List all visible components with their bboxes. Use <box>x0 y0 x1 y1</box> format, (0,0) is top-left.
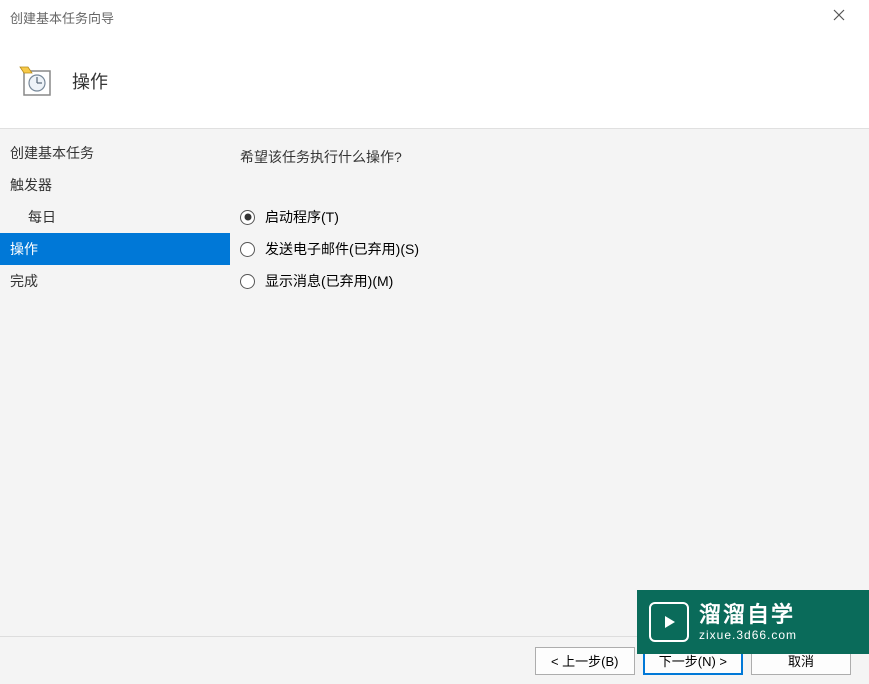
header-title: 操作 <box>72 68 108 94</box>
window-title: 创建基本任务向导 <box>10 8 819 27</box>
titlebar: 创建基本任务向导 <box>0 0 869 34</box>
radio-icon <box>240 242 255 257</box>
task-scheduler-icon <box>18 63 54 99</box>
sidebar-item-daily[interactable]: 每日 <box>0 201 230 233</box>
sidebar-item-create-task[interactable]: 创建基本任务 <box>0 137 230 169</box>
content-prompt: 希望该任务执行什么操作? <box>240 147 859 167</box>
sidebar-item-finish[interactable]: 完成 <box>0 265 230 297</box>
radio-start-program[interactable]: 启动程序(T) <box>240 207 859 227</box>
wizard-body: 创建基本任务 触发器 每日 操作 完成 希望该任务执行什么操作? 启动程序(T)… <box>0 129 869 636</box>
watermark-title: 溜溜自学 <box>699 602 797 628</box>
radio-label: 发送电子邮件(已弃用)(S) <box>265 239 419 259</box>
watermark: 溜溜自学 zixue.3d66.com <box>637 590 869 654</box>
radio-send-email[interactable]: 发送电子邮件(已弃用)(S) <box>240 239 859 259</box>
watermark-url: zixue.3d66.com <box>699 628 797 642</box>
radio-icon <box>240 274 255 289</box>
radio-icon <box>240 210 255 225</box>
back-button[interactable]: < 上一步(B) <box>535 647 635 675</box>
sidebar-item-action[interactable]: 操作 <box>0 233 230 265</box>
play-icon <box>649 602 689 642</box>
wizard-header: 操作 <box>0 34 869 129</box>
close-button[interactable] <box>819 8 859 26</box>
radio-label: 显示消息(已弃用)(M) <box>265 271 393 291</box>
close-icon <box>833 9 845 21</box>
wizard-content: 希望该任务执行什么操作? 启动程序(T) 发送电子邮件(已弃用)(S) 显示消息… <box>230 129 869 636</box>
sidebar-item-trigger[interactable]: 触发器 <box>0 169 230 201</box>
radio-display-message[interactable]: 显示消息(已弃用)(M) <box>240 271 859 291</box>
wizard-sidebar: 创建基本任务 触发器 每日 操作 完成 <box>0 129 230 636</box>
radio-label: 启动程序(T) <box>265 207 339 227</box>
